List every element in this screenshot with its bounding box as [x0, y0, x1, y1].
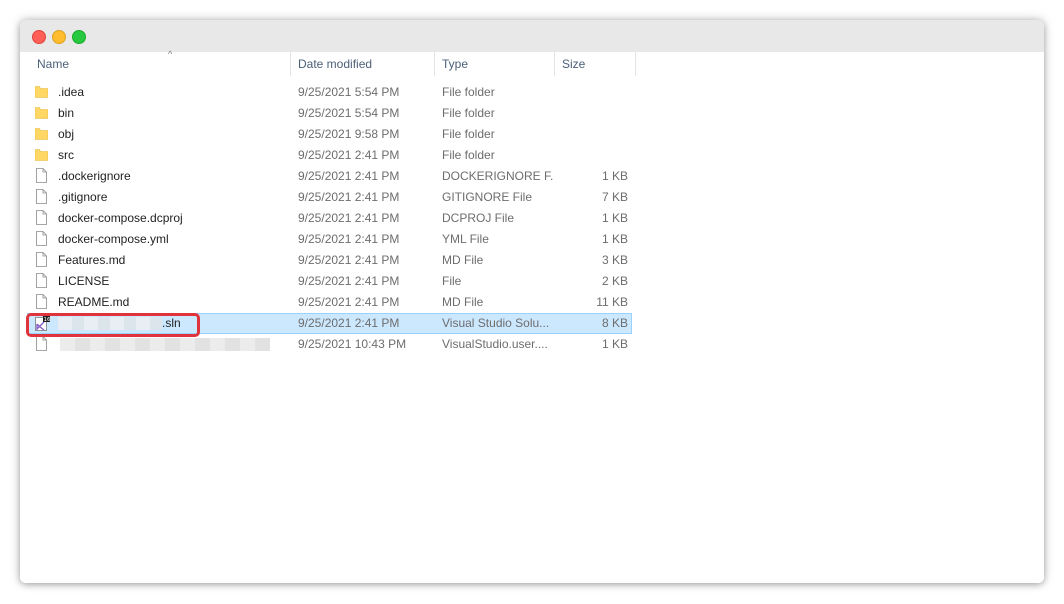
title-bar[interactable] — [20, 20, 1044, 52]
maximize-window-button[interactable] — [72, 30, 86, 44]
file-name: Features.md — [58, 253, 126, 267]
file-type: GITIGNORE File — [442, 190, 533, 204]
file-row[interactable]: README.md 9/25/2021 2:41 PM MD File 11 K… — [27, 292, 632, 313]
file-explorer-window: Name ^ Date modified Type Size .idea 9/2… — [20, 20, 1044, 583]
sort-ascending-icon: ^ — [168, 49, 173, 59]
file-type: Visual Studio Solu... — [442, 316, 550, 330]
file-name — [58, 335, 288, 354]
file-row[interactable]: .dockerignore 9/25/2021 2:41 PM DOCKERIG… — [27, 166, 632, 187]
file-date-modified: 9/25/2021 2:41 PM — [298, 295, 400, 309]
file-size — [562, 125, 628, 144]
file-size: 3 KB — [601, 253, 628, 267]
file-row[interactable]: src 9/25/2021 2:41 PM File folder — [27, 145, 632, 166]
file-name: .idea — [58, 85, 85, 99]
highlight-annotation-box — [26, 313, 200, 337]
file-icon — [34, 251, 50, 270]
file-name: .gitignore — [58, 190, 108, 204]
file-date-modified: 9/25/2021 9:58 PM — [298, 127, 400, 141]
file-row[interactable]: obj 9/25/2021 9:58 PM File folder — [27, 124, 632, 145]
file-size — [562, 104, 628, 123]
file-name: README.md — [58, 295, 130, 309]
file-row[interactable]: bin 9/25/2021 5:54 PM File folder — [27, 103, 632, 124]
file-type: File folder — [442, 106, 495, 120]
file-name: docker-compose.dcproj — [58, 211, 183, 225]
folder-icon — [34, 83, 50, 102]
column-header-name[interactable]: Name ^ — [31, 49, 291, 76]
file-row[interactable]: LICENSE 9/25/2021 2:41 PM File 2 KB — [27, 271, 632, 292]
file-name: .dockerignore — [58, 169, 131, 183]
column-header-name-label: Name — [37, 57, 70, 71]
file-icon — [34, 230, 50, 249]
file-date-modified: 9/25/2021 2:41 PM — [298, 148, 400, 162]
file-row[interactable]: .idea 9/25/2021 5:54 PM File folder — [27, 82, 632, 103]
folder-icon — [34, 125, 50, 144]
column-header-type[interactable]: Type — [436, 52, 555, 76]
file-date-modified: 9/25/2021 2:41 PM — [298, 316, 400, 330]
file-icon — [34, 293, 50, 312]
redacted-name-block — [60, 338, 270, 351]
file-size: 7 KB — [601, 190, 628, 204]
file-name: LICENSE — [58, 274, 110, 288]
column-header-row: Name ^ Date modified Type Size — [20, 49, 1044, 76]
minimize-window-button[interactable] — [52, 30, 66, 44]
file-size — [562, 83, 628, 102]
file-icon — [34, 188, 50, 207]
file-row[interactable]: .gitignore 9/25/2021 2:41 PM GITIGNORE F… — [27, 187, 632, 208]
file-size: 1 KB — [601, 232, 628, 246]
file-row[interactable]: 9/25/2021 10:43 PM VisualStudio.user....… — [27, 334, 632, 355]
file-list: Name ^ Date modified Type Size .idea 9/2… — [20, 49, 1044, 583]
file-name: src — [58, 148, 74, 162]
column-header-size[interactable]: Size — [556, 52, 636, 76]
file-type: MD File — [442, 295, 484, 309]
file-type: MD File — [442, 253, 484, 267]
file-size: 1 KB — [601, 211, 628, 225]
file-icon — [34, 167, 50, 186]
file-icon — [34, 272, 50, 291]
file-row[interactable]: Features.md 9/25/2021 2:41 PM MD File 3 … — [27, 250, 632, 271]
file-date-modified: 9/25/2021 2:41 PM — [298, 169, 400, 183]
file-type: YML File — [442, 232, 489, 246]
file-icon — [34, 209, 50, 228]
folder-icon — [34, 104, 50, 123]
file-type: VisualStudio.user.... — [442, 337, 548, 351]
file-date-modified: 9/25/2021 2:41 PM — [298, 211, 400, 225]
file-date-modified: 9/25/2021 10:43 PM — [298, 337, 407, 351]
file-date-modified: 9/25/2021 2:41 PM — [298, 274, 400, 288]
file-name: bin — [58, 106, 75, 120]
file-type: File — [442, 274, 462, 288]
file-icon — [34, 335, 50, 354]
file-size: 2 KB — [601, 274, 628, 288]
file-date-modified: 9/25/2021 2:41 PM — [298, 232, 400, 246]
file-type: File folder — [442, 148, 495, 162]
close-window-button[interactable] — [32, 30, 46, 44]
folder-icon — [34, 146, 50, 165]
file-date-modified: 9/25/2021 5:54 PM — [298, 85, 400, 99]
file-name: obj — [58, 127, 75, 141]
file-size: 1 KB — [601, 169, 628, 183]
file-date-modified: 9/25/2021 2:41 PM — [298, 190, 400, 204]
file-size: 1 KB — [601, 337, 628, 351]
file-size: 11 KB — [596, 295, 628, 309]
file-size: 8 KB — [601, 316, 628, 330]
file-type: File folder — [442, 85, 495, 99]
file-date-modified: 9/25/2021 2:41 PM — [298, 253, 400, 267]
file-row[interactable]: docker-compose.yml 9/25/2021 2:41 PM YML… — [27, 229, 632, 250]
file-type: DCPROJ File — [442, 211, 515, 225]
column-header-date-modified[interactable]: Date modified — [292, 52, 435, 76]
file-type: DOCKERIGNORE F... — [442, 169, 554, 183]
file-size — [562, 146, 628, 165]
file-row[interactable]: docker-compose.dcproj 9/25/2021 2:41 PM … — [27, 208, 632, 229]
file-date-modified: 9/25/2021 5:54 PM — [298, 106, 400, 120]
file-name: docker-compose.yml — [58, 232, 169, 246]
file-type: File folder — [442, 127, 495, 141]
